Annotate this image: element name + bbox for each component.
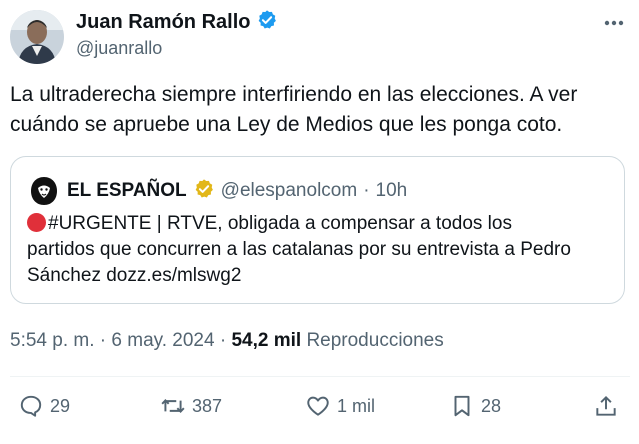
more-button[interactable] bbox=[600, 10, 628, 36]
quoted-tweet-header: EL ESPAÑOL @elespanolcom · 10h bbox=[27, 174, 407, 208]
red-circle-emoji-icon bbox=[27, 213, 46, 232]
bookmark-count: 28 bbox=[481, 395, 502, 416]
meta-separator: · bbox=[219, 330, 227, 351]
share-icon bbox=[596, 395, 616, 416]
quoted-text-line: partidos que concurren a las catalanas p… bbox=[27, 239, 571, 260]
bookmark-icon bbox=[454, 395, 470, 417]
quoted-text-line: Sánchez dozz.es/mlswg2 bbox=[27, 265, 242, 286]
share-button[interactable] bbox=[593, 393, 619, 419]
gold-verified-badge-icon bbox=[193, 178, 215, 205]
author-name[interactable]: Juan Ramón Rallo bbox=[76, 11, 250, 34]
quoted-tweet-text: #URGENTE | RTVE, obligada a compensar a … bbox=[27, 211, 612, 289]
quoted-text-line: #URGENTE | RTVE, obligada a compensar a … bbox=[27, 211, 612, 237]
bookmark-button[interactable]: 28 bbox=[449, 393, 501, 419]
el-espanol-logo-icon bbox=[27, 174, 61, 208]
like-button[interactable]: 1 mil bbox=[305, 393, 375, 419]
separator-dot: · bbox=[363, 180, 370, 201]
quoted-author-name[interactable]: EL ESPAÑOL bbox=[67, 180, 187, 202]
views-count: 54,2 mil bbox=[231, 330, 302, 351]
tweet-time[interactable]: 5:54 p. m. bbox=[10, 330, 95, 351]
like-count: 1 mil bbox=[337, 395, 376, 416]
verified-badge-icon bbox=[256, 9, 278, 36]
quoted-timestamp[interactable]: 10h bbox=[376, 180, 408, 202]
retweet-button[interactable]: 387 bbox=[160, 393, 222, 419]
divider bbox=[10, 376, 630, 377]
reply-button[interactable]: 29 bbox=[18, 393, 70, 419]
reply-icon bbox=[20, 395, 42, 417]
quoted-author-handle[interactable]: @elespanolcom bbox=[221, 180, 358, 202]
quoted-text-line1: #URGENTE | RTVE, obligada a compensar a … bbox=[48, 213, 512, 234]
quoted-tweet-card[interactable]: EL ESPAÑOL @elespanolcom · 10h #URGENTE … bbox=[10, 156, 625, 304]
tweet-text: La ultraderecha siempre interfiriendo en… bbox=[10, 80, 630, 140]
views-label: Reproducciones bbox=[306, 330, 444, 351]
retweet-count: 387 bbox=[192, 395, 223, 416]
more-icon bbox=[604, 20, 624, 26]
avatar[interactable] bbox=[10, 10, 64, 64]
meta-separator: · bbox=[99, 330, 107, 351]
tweet-text-line: cuándo se apruebe una Ley de Medios que … bbox=[10, 113, 563, 136]
tweet-text-line: La ultraderecha siempre interfiriendo en… bbox=[10, 83, 578, 106]
tweet-date[interactable]: 6 may. 2024 bbox=[111, 330, 214, 351]
heart-icon bbox=[307, 396, 329, 416]
retweet-icon bbox=[161, 398, 185, 414]
author-handle[interactable]: @juanrallo bbox=[76, 38, 162, 59]
reply-count: 29 bbox=[50, 395, 71, 416]
author-name-row: Juan Ramón Rallo bbox=[76, 9, 278, 36]
tweet-meta: 5:54 p. m. · 6 may. 2024 · 54,2 mil Repr… bbox=[10, 330, 444, 352]
